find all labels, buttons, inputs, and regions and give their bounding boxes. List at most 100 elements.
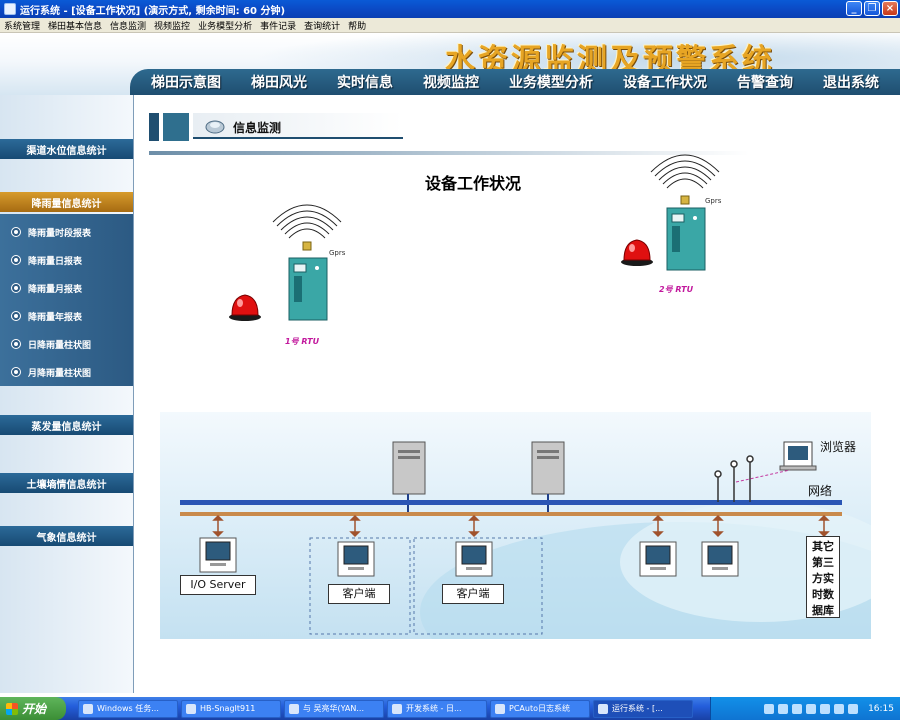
menu-model-analysis[interactable]: 业务模型分析 xyxy=(194,19,256,32)
task-icon xyxy=(598,703,608,714)
task-icon xyxy=(289,703,299,714)
alarm-light-icon xyxy=(229,294,261,321)
sidebar-item-label: 降雨量年报表 xyxy=(28,312,83,323)
task-item[interactable]: 开发系统 - 日... xyxy=(387,699,487,718)
nav-realtime-info[interactable]: 实时信息 xyxy=(337,72,393,92)
browser-label: 浏览器 xyxy=(820,440,857,454)
window-titlebar: 运行系统 - [设备工作状况] (演示方式, 剩余时间: 60 分钟) _ ❐ … xyxy=(0,0,900,18)
tray-icon[interactable] xyxy=(764,703,775,714)
window-controls: _ ❐ × xyxy=(846,1,898,16)
rtu-2-caption: 2号 RTU xyxy=(659,285,694,294)
tray-icon[interactable] xyxy=(834,703,845,714)
network-bus-primary xyxy=(180,500,842,505)
sidebar-category-soil-moisture[interactable]: 土壤墒情信息统计 xyxy=(0,473,133,493)
sidebar-item-rainfall-period[interactable]: 降雨量时段报表 xyxy=(0,222,133,242)
menu-terrace-info[interactable]: 梯田基本信息 xyxy=(44,19,106,32)
wifi-signal-icon xyxy=(650,154,720,189)
sidebar-item-monthly-bar-chart[interactable]: 月降雨量柱状图 xyxy=(0,362,133,382)
task-label: HB-SnagIt911 xyxy=(200,704,256,713)
taskbar: 开始 Windows 任务... HB-SnagIt911 与 吴亮华(YAN.… xyxy=(0,697,900,720)
nav-exit[interactable]: 退出系统 xyxy=(823,72,879,92)
sidebar-item-label: 降雨量日报表 xyxy=(28,256,83,267)
client-1-label: 客户端 xyxy=(328,584,390,604)
header-decoration xyxy=(149,113,159,141)
task-icon xyxy=(495,703,505,714)
start-button[interactable]: 开始 xyxy=(0,697,66,720)
sidebar-category-evaporation[interactable]: 蒸发量信息统计 xyxy=(0,415,133,435)
sidebar-category-rainfall[interactable]: 降雨量信息统计 xyxy=(0,192,133,212)
bullet-icon xyxy=(12,312,20,320)
close-button[interactable]: × xyxy=(882,1,898,16)
tray-icon[interactable] xyxy=(806,703,817,714)
tray-icon[interactable] xyxy=(792,703,803,714)
windows-logo-icon xyxy=(6,702,18,715)
browser-computer-icon xyxy=(779,441,817,471)
page-title: 设备工作状况 xyxy=(425,174,522,193)
header-decoration xyxy=(163,113,189,141)
bullet-icon xyxy=(12,368,20,376)
task-label: Windows 任务... xyxy=(97,704,159,713)
sidebar-item-label: 降雨量月报表 xyxy=(28,284,83,295)
task-item[interactable]: 与 吴亮华(YAN... xyxy=(284,699,384,718)
task-list: Windows 任务... HB-SnagIt911 与 吴亮华(YAN... … xyxy=(78,699,693,718)
minimize-button[interactable]: _ xyxy=(846,1,862,16)
task-label: PCAuto日志系统 xyxy=(509,704,570,713)
bullet-icon xyxy=(12,284,20,292)
start-label: 开始 xyxy=(22,702,47,716)
sidebar-category-weather[interactable]: 气象信息统计 xyxy=(0,526,133,546)
bullet-icon xyxy=(12,256,20,264)
task-icon xyxy=(186,703,196,714)
sidebar-item-rainfall-yearly[interactable]: 降雨量年报表 xyxy=(0,306,133,326)
sidebar-category-channel-level[interactable]: 渠道水位信息统计 xyxy=(0,139,133,159)
sidebar: 渠道水位信息统计 降雨量信息统计 降雨量时段报表 降雨量日报表 降雨量月报表 降… xyxy=(0,95,134,693)
rtu-1-caption: 1号 RTU xyxy=(285,337,320,346)
sidebar-item-rainfall-monthly[interactable]: 降雨量月报表 xyxy=(0,278,133,298)
bullet-icon xyxy=(12,340,20,348)
nav-terrace-map[interactable]: 梯田示意图 xyxy=(151,72,221,92)
bullet-icon xyxy=(12,228,20,236)
menu-bar: 系统管理 梯田基本信息 信息监测 视频监控 业务模型分析 事件记录 查询统计 帮… xyxy=(0,18,900,33)
server-2-icon xyxy=(531,441,565,495)
rtu-2-antenna-label: Gprs xyxy=(705,197,722,205)
task-item-active[interactable]: 运行系统 - [... xyxy=(593,699,693,718)
sidebar-item-rainfall-daily[interactable]: 降雨量日报表 xyxy=(0,250,133,270)
nav-terrace-scenery[interactable]: 梯田风光 xyxy=(251,72,307,92)
task-item[interactable]: PCAuto日志系统 xyxy=(490,699,590,718)
tray-icon[interactable] xyxy=(820,703,831,714)
task-icon xyxy=(392,703,402,714)
tray-icon[interactable] xyxy=(848,703,859,714)
restore-button[interactable]: ❐ xyxy=(864,1,880,16)
menu-query[interactable]: 查询统计 xyxy=(300,19,344,32)
network-diagram-graphic xyxy=(180,441,871,639)
menu-system[interactable]: 系统管理 xyxy=(0,19,44,32)
tray-icon[interactable] xyxy=(778,703,789,714)
main-content: 信息监测 设备工作状况 Gprs 1号 RTU Gprs 2号 RTU 浏览器 … xyxy=(135,95,900,693)
task-icon xyxy=(83,703,93,714)
nav-device-status[interactable]: 设备工作状况 xyxy=(623,72,707,92)
nav-video[interactable]: 视频监控 xyxy=(423,72,479,92)
task-item[interactable]: Windows 任务... xyxy=(78,699,178,718)
magnifier-icon xyxy=(205,120,225,134)
task-label: 与 吴亮华(YAN... xyxy=(303,704,365,713)
rtu-1-antenna-label: Gprs xyxy=(329,249,346,257)
sidebar-item-daily-bar-chart[interactable]: 日降雨量柱状图 xyxy=(0,334,133,354)
task-label: 运行系统 - [... xyxy=(612,704,663,713)
network-diagram: 浏览器 网络 I/O Server 客户端 客户端 其它第三方实时数据库 xyxy=(160,412,871,639)
menu-events[interactable]: 事件记录 xyxy=(256,19,300,32)
io-server-computer-icon xyxy=(199,537,237,573)
alarm-light-icon xyxy=(621,239,653,266)
main-nav: 梯田示意图 梯田风光 实时信息 视频监控 业务模型分析 设备工作状况 告警查询 … xyxy=(130,69,900,95)
network-label: 网络 xyxy=(808,484,833,498)
menu-video[interactable]: 视频监控 xyxy=(150,19,194,32)
menu-help[interactable]: 帮助 xyxy=(344,19,370,32)
menu-monitoring[interactable]: 信息监测 xyxy=(106,19,150,32)
nav-alarm-query[interactable]: 告警查询 xyxy=(737,72,793,92)
task-item[interactable]: HB-SnagIt911 xyxy=(181,699,281,718)
wifi-signal-icon xyxy=(272,204,342,239)
client-1-computer-icon xyxy=(337,541,375,577)
sidebar-item-label: 降雨量时段报表 xyxy=(28,228,92,239)
nav-model-analysis[interactable]: 业务模型分析 xyxy=(509,72,593,92)
section-header: 信息监测 xyxy=(149,113,403,141)
task-label: 开发系统 - 日... xyxy=(406,704,462,713)
workstation-1-computer-icon xyxy=(639,541,677,577)
